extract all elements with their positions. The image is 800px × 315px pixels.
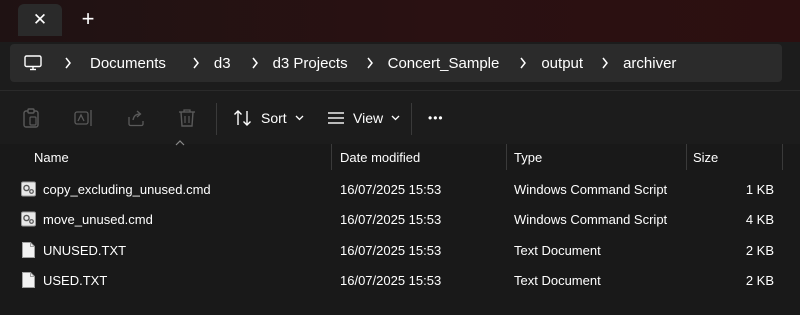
text-file-icon (22, 272, 35, 288)
file-size: 4 KB (745, 211, 774, 227)
file-type: Windows Command Script (514, 181, 668, 197)
chevron-right-icon[interactable] (356, 57, 384, 69)
paste-button[interactable] (21, 108, 41, 128)
monitor-icon (24, 55, 42, 71)
file-icon-cell (22, 265, 38, 295)
file-name: UNUSED.TXT (43, 242, 127, 258)
column-header-type-label: Type (514, 149, 543, 165)
chevron-down-icon (295, 115, 304, 121)
view-button[interactable]: View (327, 105, 400, 131)
file-row[interactable]: move_unused.cmd 16/07/2025 15:53 Windows… (0, 204, 790, 234)
file-icon-cell (21, 174, 37, 204)
column-resize-handle[interactable] (782, 144, 783, 170)
chevron-right-icon[interactable] (54, 57, 82, 69)
file-icon-cell (21, 204, 37, 234)
file-name: copy_excluding_unused.cmd (43, 181, 211, 197)
view-list-icon (328, 112, 344, 124)
file-type: Text Document (514, 242, 601, 258)
clipboard-icon (23, 108, 39, 128)
file-date-modified: 16/07/2025 15:53 (340, 211, 442, 227)
toolbar-divider (216, 103, 217, 135)
close-icon: ✕ (32, 10, 48, 29)
column-header-size[interactable]: Size (693, 144, 781, 170)
this-pc-button[interactable] (24, 55, 54, 71)
sort-label: Sort (261, 110, 287, 126)
column-resize-handle[interactable] (331, 144, 332, 170)
breadcrumb-d3-projects[interactable]: d3 Projects (273, 55, 348, 72)
breadcrumb-archiver[interactable]: archiver (623, 55, 676, 72)
file-date-modified: 16/07/2025 15:53 (340, 272, 442, 288)
trash-icon (179, 109, 195, 127)
sort-button[interactable]: Sort (233, 105, 304, 131)
share-button[interactable] (126, 108, 146, 128)
file-size: 2 KB (745, 242, 774, 258)
file-row[interactable]: UNUSED.TXT 16/07/2025 15:53 Text Documen… (0, 235, 790, 265)
more-options-button[interactable]: ••• (428, 105, 444, 131)
breadcrumb-concert-sample[interactable]: Concert_Sample (388, 55, 500, 72)
file-type: Text Document (514, 272, 601, 288)
file-name: move_unused.cmd (43, 211, 153, 227)
share-icon (128, 110, 144, 127)
breadcrumb-documents[interactable]: Documents (90, 55, 166, 72)
column-header-name[interactable]: Name (34, 144, 329, 170)
cmd-file-icon (21, 181, 36, 197)
new-tab-button[interactable]: + (70, 4, 106, 34)
breadcrumb-output[interactable]: output (541, 55, 583, 72)
text-file-icon (22, 242, 35, 258)
column-headers: Name Date modified Type Size (0, 140, 800, 170)
chevron-right-icon[interactable] (591, 57, 619, 69)
file-icon-cell (22, 235, 38, 265)
column-header-date-modified[interactable]: Date modified (340, 144, 505, 170)
toolbar-divider (411, 103, 412, 135)
column-resize-handle[interactable] (506, 144, 507, 170)
file-size: 1 KB (745, 181, 774, 197)
vertical-scrollbar[interactable] (786, 170, 794, 310)
file-row[interactable]: copy_excluding_unused.cmd 16/07/2025 15:… (0, 174, 790, 204)
file-size: 2 KB (745, 272, 774, 288)
rename-button[interactable] (74, 108, 94, 128)
chevron-right-icon[interactable] (241, 57, 269, 69)
column-header-name-label: Name (34, 149, 69, 165)
file-date-modified: 16/07/2025 15:53 (340, 242, 442, 258)
rename-icon (74, 110, 92, 126)
close-tab-button[interactable]: ✕ (18, 4, 62, 36)
chevron-down-icon (391, 115, 400, 121)
view-label: View (353, 110, 384, 126)
command-bar: Sort View ••• (0, 90, 800, 145)
column-header-type[interactable]: Type (514, 144, 684, 170)
column-resize-handle[interactable] (686, 144, 687, 170)
column-header-date-label: Date modified (340, 149, 421, 165)
cmd-file-icon (21, 211, 36, 227)
sort-icon (234, 110, 251, 126)
file-date-modified: 16/07/2025 15:53 (340, 181, 442, 197)
chevron-right-icon[interactable] (509, 57, 537, 69)
title-bar: ✕ + (0, 0, 800, 42)
file-name: USED.TXT (43, 272, 108, 288)
column-header-size-label: Size (693, 149, 719, 165)
address-bar[interactable]: Documents d3 d3 Projects Concert_Sample … (10, 44, 782, 82)
file-row[interactable]: USED.TXT 16/07/2025 15:53 Text Document … (0, 265, 790, 295)
chevron-right-icon[interactable] (182, 57, 210, 69)
file-type: Windows Command Script (514, 211, 668, 227)
ellipsis-icon: ••• (428, 111, 444, 125)
plus-icon: + (81, 6, 95, 31)
delete-button[interactable] (177, 108, 197, 128)
breadcrumb-d3[interactable]: d3 (214, 55, 231, 72)
